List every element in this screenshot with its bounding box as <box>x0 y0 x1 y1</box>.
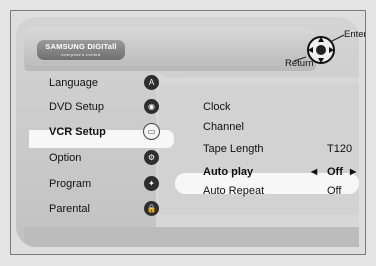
sidebar-item-program[interactable]: Program ✦ <box>37 174 167 194</box>
sidebar-item-vcr-setup[interactable]: VCR Setup ▭ <box>37 122 167 142</box>
menu-row-auto-repeat[interactable]: Auto Repeat Off <box>195 181 365 201</box>
sidebar-item-language[interactable]: Language A <box>37 73 167 93</box>
auto-repeat-value: Off <box>327 185 342 197</box>
menu-row-tape-length[interactable]: Tape Length T120 <box>195 139 365 159</box>
osd-screen: SAMSUNG DIGITall everyone's invited Ente… <box>10 10 366 255</box>
tape-length-value: T120 <box>327 143 353 155</box>
sidebar-item-dvd-setup[interactable]: DVD Setup ◉ <box>37 97 167 117</box>
language-icon: A <box>144 75 159 90</box>
menu-row-clock[interactable]: Clock <box>195 97 365 117</box>
lock-icon: 🔒 <box>144 201 159 216</box>
disc-icon: ◉ <box>144 99 159 114</box>
samsung-logo: SAMSUNG DIGITall everyone's invited <box>37 40 125 60</box>
enter-hint: Enter <box>344 29 366 40</box>
option-icon: ⚙ <box>144 150 159 165</box>
return-hint: Return <box>285 58 314 69</box>
menu-row-auto-play[interactable]: Auto play ◀ Off ▶ <box>195 162 365 182</box>
auto-play-value: Off <box>327 166 343 178</box>
program-icon: ✦ <box>144 176 159 191</box>
arrow-right-icon[interactable]: ▶ <box>350 162 356 182</box>
sidebar-item-option[interactable]: Option ⚙ <box>37 148 167 168</box>
sidebar-item-parental[interactable]: Parental 🔒 <box>37 199 167 219</box>
arrow-left-icon[interactable]: ◀ <box>311 162 317 182</box>
menu-row-channel[interactable]: Channel <box>195 117 365 137</box>
cassette-icon: ▭ <box>143 123 160 140</box>
